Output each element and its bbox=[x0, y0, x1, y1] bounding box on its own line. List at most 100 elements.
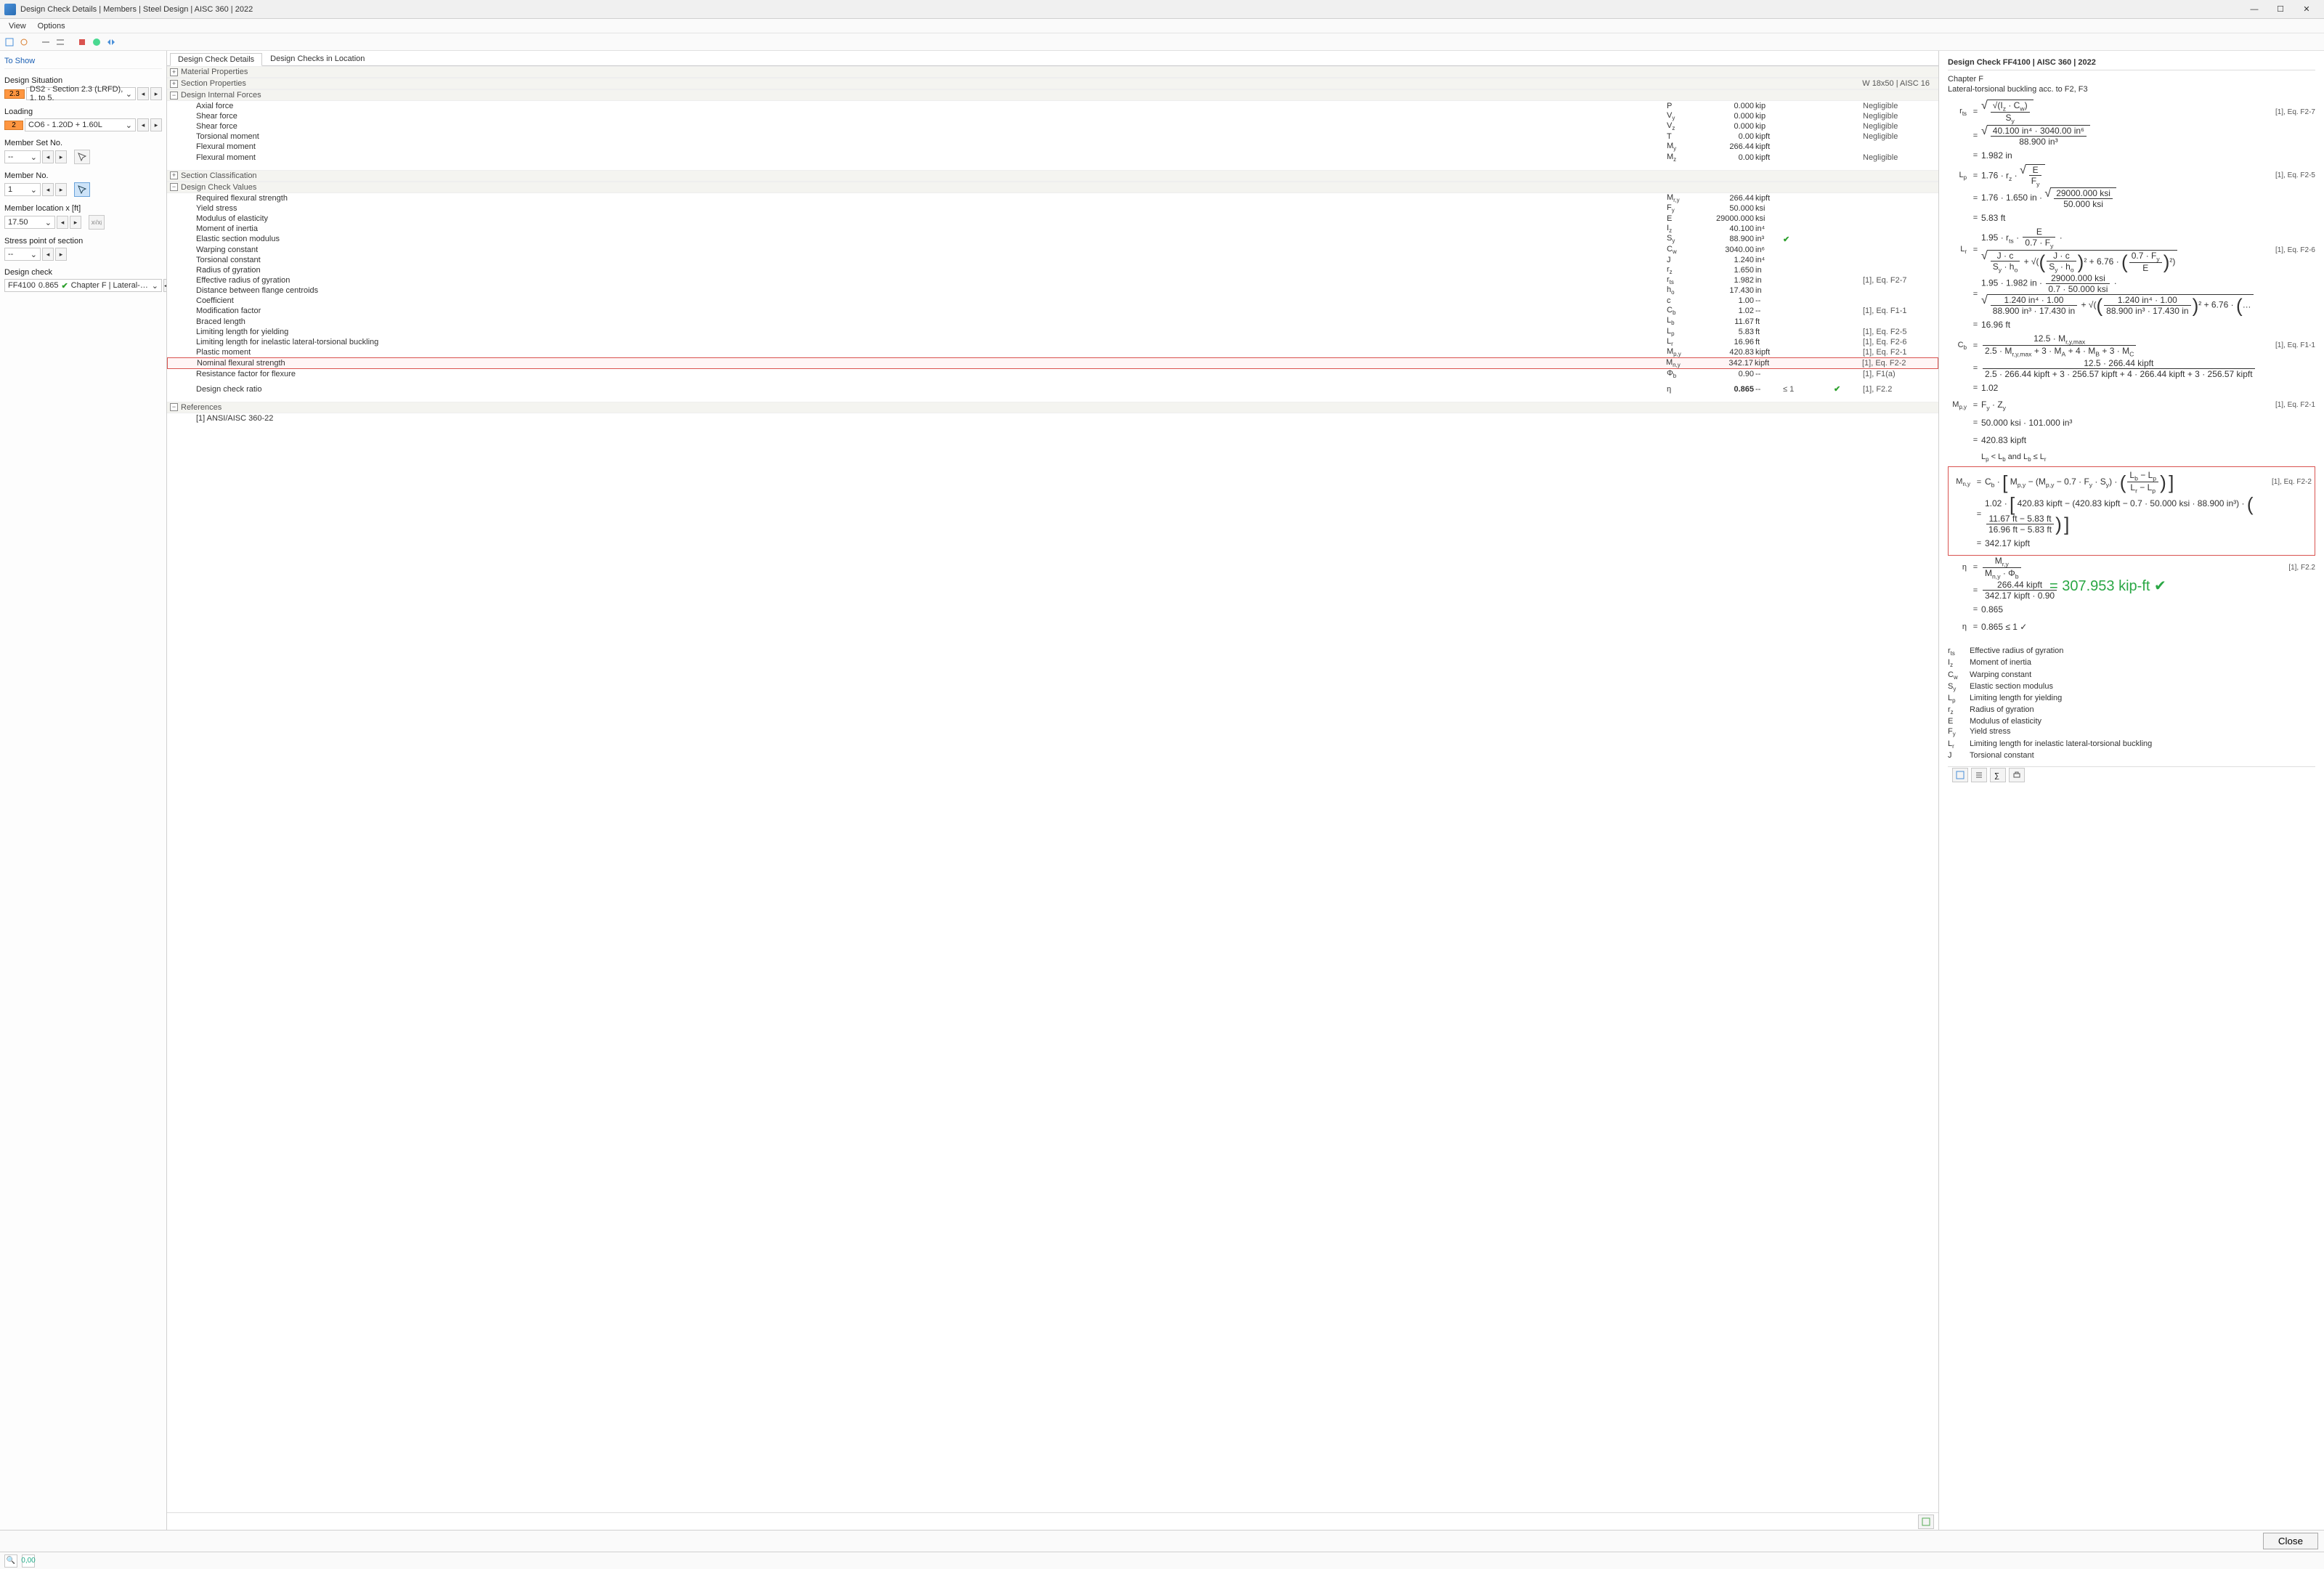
tool-6[interactable] bbox=[90, 36, 103, 49]
tool-4[interactable] bbox=[54, 36, 67, 49]
stress-next[interactable]: ▸ bbox=[55, 248, 67, 261]
center-panel: Design Check Details Design Checks in Lo… bbox=[167, 51, 1939, 1530]
eq-eta-1: η= Mr,yMn,y · Φb [1], F2.2 bbox=[1948, 556, 2315, 580]
rtool-print[interactable] bbox=[2009, 768, 2025, 782]
grp-material[interactable]: +Material Properties bbox=[167, 66, 1938, 78]
memberset-combo[interactable]: --⌄ bbox=[4, 150, 41, 163]
memberno-next[interactable]: ▸ bbox=[55, 183, 67, 196]
tool-3[interactable] bbox=[39, 36, 52, 49]
dcv-row: Effective radius of gyrationrts1.982in[1… bbox=[167, 275, 1938, 285]
designcheck-label: Design check bbox=[4, 268, 162, 277]
eq-rts-1: rts= √(Iz · Cw)Sy [1], Eq. F2-7 bbox=[1948, 100, 2315, 125]
eq-mpy-1: Mp,y=Fy · Zy [1], Eq. F2-1 bbox=[1948, 397, 2315, 414]
ratio-row: Design check ratio η 0.865 -- ≤ 1 ✔ [1],… bbox=[167, 384, 1938, 394]
memberno-pick[interactable] bbox=[74, 182, 90, 197]
eq-mny-1: Mn,y= Cb · [ Mp,y − (Mp,y − 0.7 · Fy · S… bbox=[1951, 470, 2312, 495]
grp-dcv[interactable]: −Design Check Values bbox=[167, 182, 1938, 193]
app-icon bbox=[4, 4, 16, 15]
window-title: Design Check Details | Members | Steel D… bbox=[20, 5, 2241, 14]
loading-prev[interactable]: ◂ bbox=[137, 118, 149, 131]
rtool-2[interactable] bbox=[1971, 768, 1987, 782]
eq-eta-3: =0.865 bbox=[1948, 601, 2315, 618]
dcv-row: Yield stressFy50.000ksi bbox=[167, 203, 1938, 214]
dcv-row: Torsional constantJ1.240in⁴ bbox=[167, 255, 1938, 265]
grp-class[interactable]: +Section Classification bbox=[167, 170, 1938, 182]
grp-section[interactable]: +Section PropertiesW 18x50 | AISC 16 bbox=[167, 78, 1938, 89]
memberno-combo[interactable]: 1⌄ bbox=[4, 183, 41, 196]
legend-row: JTorsional constant bbox=[1948, 750, 2315, 761]
eq-cb-3: =1.02 bbox=[1948, 379, 2315, 397]
eq-eta-2: = 266.44 kipft342.17 kipft · 0.90 = 307.… bbox=[1948, 580, 2315, 601]
rtool-3[interactable]: ∑ bbox=[1990, 768, 2006, 782]
ds-badge: 2.3 bbox=[4, 89, 25, 99]
dcv-row: Elastic section modulusSy88.900in³✔ bbox=[167, 234, 1938, 244]
memberloc-xtool[interactable]: xi/xj bbox=[89, 215, 105, 230]
eq-lp-2: = 1.76 · 1.650 in · 29000.000 ksi50.000 … bbox=[1948, 187, 2315, 209]
close-button[interactable]: Close bbox=[2263, 1533, 2318, 1549]
status-icon-2[interactable]: 0,00 bbox=[22, 1554, 35, 1568]
eq-lr-1: Lr= 1.95 · rts · E0.7 · Fy · J · cSy · h… bbox=[1948, 227, 2315, 273]
dif-row: Flexural momentMz0.00kipftNegligible bbox=[167, 153, 1938, 163]
grp-dif[interactable]: −Design Internal Forces bbox=[167, 89, 1938, 101]
menu-options[interactable]: Options bbox=[33, 20, 70, 32]
legend-row: FyYield stress bbox=[1948, 726, 2315, 738]
designcheck-combo[interactable]: FF4100 0.865 ✔ Chapter F | Lateral-torsi… bbox=[4, 279, 162, 292]
stress-prev[interactable]: ◂ bbox=[42, 248, 54, 261]
memberloc-next[interactable]: ▸ bbox=[70, 216, 81, 229]
dif-row: Torsional momentT0.00kipftNegligible bbox=[167, 131, 1938, 142]
memberset-label: Member Set No. bbox=[4, 139, 162, 147]
rtool-1[interactable] bbox=[1952, 768, 1968, 782]
memberno-label: Member No. bbox=[4, 171, 162, 180]
stress-combo[interactable]: --⌄ bbox=[4, 248, 41, 261]
dcv-row: Coefficientc1.00-- bbox=[167, 296, 1938, 306]
memberloc-prev[interactable]: ◂ bbox=[57, 216, 68, 229]
right-panel: Design Check FF4100 | AISC 360 | 2022 Ch… bbox=[1939, 51, 2324, 1530]
dcv-row: Radius of gyrationrz1.650in bbox=[167, 265, 1938, 275]
check-ok-icon: ✔ bbox=[61, 281, 68, 291]
eq-mny-3: =342.17 kipft bbox=[1951, 535, 2312, 552]
memberset-next[interactable]: ▸ bbox=[55, 150, 67, 163]
right-toolbar: ∑ bbox=[1948, 766, 2315, 784]
tree: +Material Properties +Section Properties… bbox=[167, 66, 1938, 1512]
legend-row: rzRadius of gyration bbox=[1948, 705, 2315, 716]
loading-next[interactable]: ▸ bbox=[150, 118, 162, 131]
maximize-button[interactable]: ☐ bbox=[2267, 0, 2293, 19]
tool-7[interactable] bbox=[105, 36, 118, 49]
tool-1[interactable] bbox=[3, 36, 16, 49]
eq-lr-2: = 1.95 · 1.982 in · 29000.000 ksi0.7 · 5… bbox=[1948, 273, 2315, 316]
memberset-prev[interactable]: ◂ bbox=[42, 150, 54, 163]
ds-next[interactable]: ▸ bbox=[150, 87, 162, 100]
grp-refs[interactable]: −References bbox=[167, 402, 1938, 413]
dcv-row: Nominal flexural strengthMn,y342.17kipft… bbox=[167, 357, 1938, 369]
ds-prev[interactable]: ◂ bbox=[137, 87, 149, 100]
dcv-row: Plastic momentMp,y420.83kipft[1], Eq. F2… bbox=[167, 347, 1938, 357]
dif-row: Shear forceVz0.000kipNegligible bbox=[167, 121, 1938, 131]
eq-eta-4: η=0.865 ≤ 1 ✓ bbox=[1948, 618, 2315, 636]
legend-row: LpLimiting length for yielding bbox=[1948, 693, 2315, 705]
svg-text:∑: ∑ bbox=[1994, 772, 1999, 779]
menubar: View Options bbox=[0, 19, 2324, 33]
memberloc-input[interactable]: 17.50⌄ bbox=[4, 216, 55, 229]
legend-row: IzMoment of inertia bbox=[1948, 657, 2315, 669]
loading-combo[interactable]: CO6 - 1.20D + 1.60L⌄ bbox=[25, 118, 136, 131]
eq-cb-1: Cb= 12.5 · Mr,y,max2.5 · Mr,y,max + 3 · … bbox=[1948, 333, 2315, 358]
tab-details[interactable]: Design Check Details bbox=[170, 53, 262, 66]
memberno-prev[interactable]: ◂ bbox=[42, 183, 54, 196]
center-tool-1[interactable] bbox=[1918, 1515, 1934, 1529]
ds-combo[interactable]: DS2 - Section 2.3 (LRFD), 1. to 5.⌄ bbox=[26, 87, 136, 100]
tool-2[interactable] bbox=[17, 36, 31, 49]
eq-cb-2: = 12.5 · 266.44 kipft2.5 · 266.44 kipft … bbox=[1948, 358, 2315, 379]
close-window-button[interactable]: ✕ bbox=[2293, 0, 2320, 19]
legend: rtsEffective radius of gyrationIzMoment … bbox=[1948, 646, 2315, 761]
ratio-ok-icon: ✔ bbox=[1834, 384, 1863, 394]
eq-lr-3: =16.96 ft bbox=[1948, 316, 2315, 333]
eq-rts-3: =1.982 in bbox=[1948, 147, 2315, 164]
tab-checks-location[interactable]: Design Checks in Location bbox=[262, 52, 373, 65]
tool-5[interactable] bbox=[76, 36, 89, 49]
menu-view[interactable]: View bbox=[4, 20, 31, 32]
status-icon-1[interactable]: 🔍 bbox=[4, 1554, 17, 1568]
eq-cond: Lp < Lb and Lb ≤ Lr bbox=[1948, 449, 2315, 466]
memberset-pick[interactable] bbox=[74, 150, 90, 164]
legend-row: rtsEffective radius of gyration bbox=[1948, 646, 2315, 657]
minimize-button[interactable]: — bbox=[2241, 0, 2267, 19]
